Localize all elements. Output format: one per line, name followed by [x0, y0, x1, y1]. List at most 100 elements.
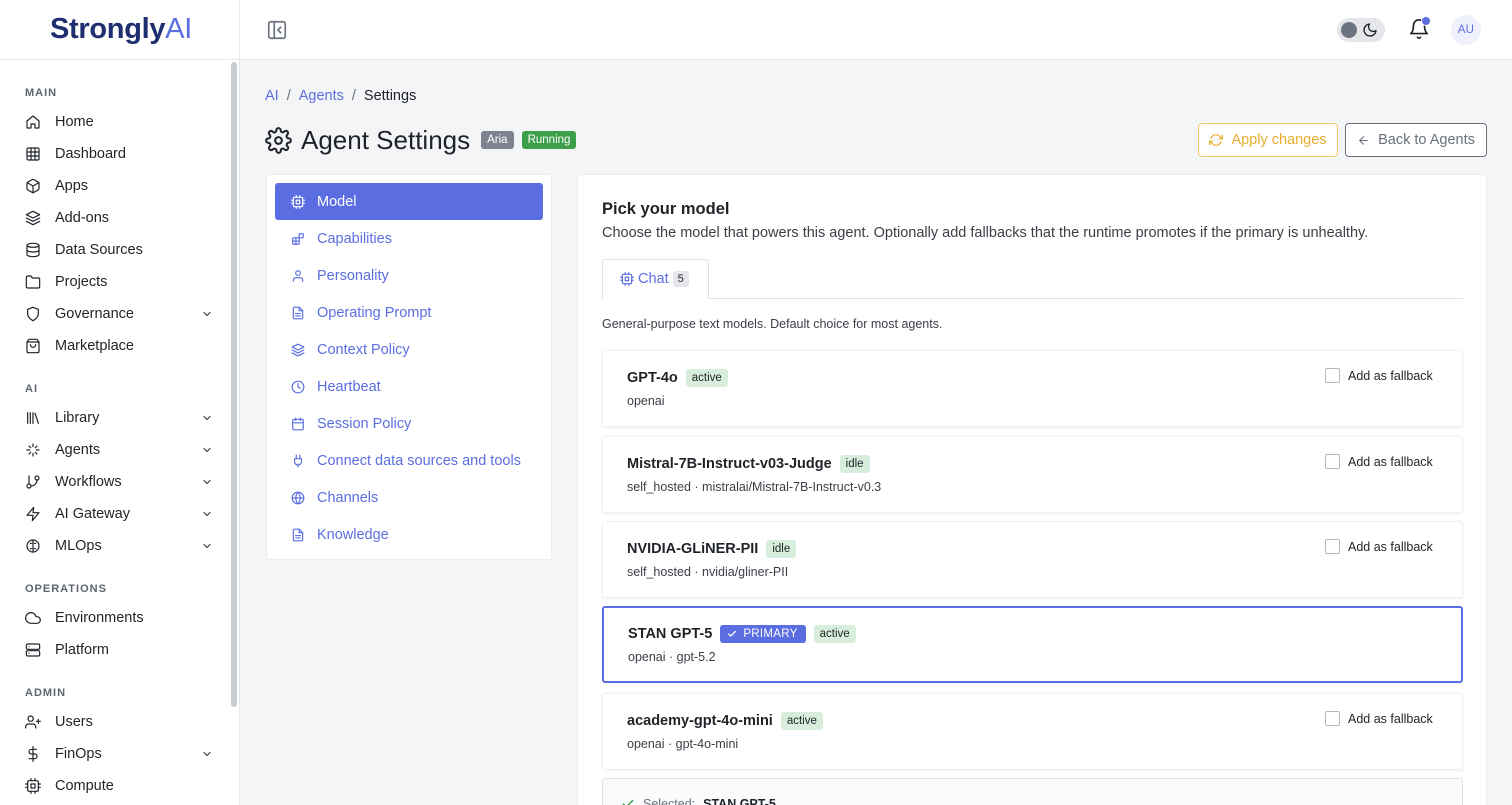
chevron-down-icon[interactable] — [201, 308, 213, 320]
settings-item-channels[interactable]: Channels — [275, 479, 543, 516]
toggle-knob — [1341, 22, 1357, 38]
sidebar-item-marketplace[interactable]: Marketplace — [0, 330, 223, 362]
settings-item-capabilities[interactable]: Capabilities — [275, 220, 543, 257]
settings-item-operating-prompt[interactable]: Operating Prompt — [275, 294, 543, 331]
clock-icon — [291, 380, 305, 394]
tab-chat-count: 5 — [672, 271, 689, 287]
sidebar-item-label: Data Sources — [55, 242, 143, 258]
settings-item-label: Operating Prompt — [317, 304, 432, 321]
model-name: GPT-4o — [627, 370, 678, 386]
apply-changes-button[interactable]: Apply changes — [1198, 123, 1338, 157]
settings-item-label: Connect data sources and tools — [317, 452, 521, 469]
add-as-fallback-checkbox[interactable]: Add as fallback — [1325, 711, 1433, 726]
git-branch-icon — [25, 474, 41, 490]
panel-description: Choose the model that powers this agent.… — [602, 225, 1369, 241]
check-icon — [621, 797, 635, 805]
sidebar-collapse-icon[interactable] — [266, 19, 288, 41]
settings-item-session-policy[interactable]: Session Policy — [275, 405, 543, 442]
sidebar-item-label: AI Gateway — [55, 506, 130, 522]
sidebar-item-projects[interactable]: Projects — [0, 266, 223, 298]
sidebar-item-environments[interactable]: Environments — [0, 602, 223, 634]
model-card[interactable]: GPT-4o active openai Add as fallback — [602, 350, 1463, 427]
sidebar-item-compute[interactable]: Compute — [0, 770, 223, 802]
settings-item-connect-data-sources-and-tools[interactable]: Connect data sources and tools — [275, 442, 543, 479]
sidebar-item-label: Apps — [55, 178, 89, 194]
chevron-down-icon[interactable] — [201, 540, 213, 552]
checkbox[interactable] — [1325, 539, 1340, 554]
sidebar-item-ai-gateway[interactable]: AI Gateway — [0, 498, 223, 530]
sidebar-item-agents[interactable]: Agents — [0, 434, 223, 466]
layers-icon — [291, 343, 305, 357]
panel-title: Pick your model — [602, 200, 730, 218]
section-title-main: MAIN — [25, 87, 58, 99]
tab-description: General-purpose text models. Default cho… — [602, 317, 943, 331]
chevron-down-icon[interactable] — [201, 412, 213, 424]
sidebar-item-home[interactable]: Home — [0, 106, 223, 138]
blocks-icon — [291, 232, 305, 246]
sidebar-item-label: MLOps — [55, 538, 102, 554]
back-to-agents-button[interactable]: Back to Agents — [1345, 123, 1487, 157]
brand-name: Strongly — [50, 13, 166, 45]
add-as-fallback-checkbox[interactable]: Add as fallback — [1325, 539, 1433, 554]
sidebar-item-data-sources[interactable]: Data Sources — [0, 234, 223, 266]
sidebar-scrollbar[interactable] — [231, 62, 237, 707]
model-provider: self_hosted · nvidia/gliner-PII — [627, 565, 789, 579]
checkbox[interactable] — [1325, 368, 1340, 383]
apply-changes-label: Apply changes — [1231, 132, 1327, 148]
model-card[interactable]: NVIDIA-GLiNER-PII idle self_hosted · nvidi… — [602, 521, 1463, 598]
sidebar-item-label: Add-ons — [55, 210, 110, 226]
chevron-down-icon[interactable] — [201, 476, 213, 488]
settings-item-model[interactable]: Model — [275, 183, 543, 220]
gear-icon — [265, 126, 292, 154]
refresh-icon — [1209, 133, 1224, 147]
library-icon — [25, 410, 41, 426]
settings-item-label: Capabilities — [317, 230, 392, 247]
breadcrumb-ai[interactable]: AI — [265, 88, 279, 104]
arrow-left-icon — [1357, 134, 1370, 147]
sidebar-item-label: Agents — [55, 442, 101, 458]
sidebar-item-dashboard[interactable]: Dashboard — [0, 138, 223, 170]
chevron-down-icon[interactable] — [201, 508, 213, 520]
sidebar-item-workflows[interactable]: Workflows — [0, 466, 223, 498]
model-status-badge: active — [780, 712, 823, 730]
sidebar-item-apps[interactable]: Apps — [0, 170, 223, 202]
sidebar-item-finops[interactable]: FinOps — [0, 738, 223, 770]
sidebar-item-mlops[interactable]: MLOps — [0, 530, 223, 562]
add-as-fallback-checkbox[interactable]: Add as fallback — [1325, 454, 1433, 469]
add-as-fallback-checkbox[interactable]: Add as fallback — [1325, 368, 1433, 383]
sidebar-item-platform[interactable]: Platform — [0, 634, 223, 666]
settings-item-label: Personality — [317, 267, 389, 284]
breadcrumb-separator: / — [351, 88, 356, 104]
checkbox[interactable] — [1325, 454, 1340, 469]
model-card[interactable]: academy-gpt-4o-mini active openai · gpt-4o… — [602, 693, 1463, 770]
sidebar-item-label: Home — [55, 114, 94, 130]
fallback-label: Add as fallback — [1348, 454, 1433, 469]
avatar[interactable]: AU — [1451, 15, 1481, 45]
settings-item-personality[interactable]: Personality — [275, 257, 543, 294]
brand-logo[interactable]: Strongly AI — [0, 0, 239, 60]
fallback-label: Add as fallback — [1348, 539, 1433, 554]
chevron-down-icon[interactable] — [201, 748, 213, 760]
theme-toggle[interactable] — [1337, 18, 1385, 42]
checkbox[interactable] — [1325, 711, 1340, 726]
check-icon — [727, 629, 737, 639]
sidebar-item-add-ons[interactable]: Add-ons — [0, 202, 223, 234]
chevron-down-icon[interactable] — [201, 444, 213, 456]
sidebar-item-users[interactable]: Users — [0, 706, 223, 738]
breadcrumb-agents[interactable]: Agents — [299, 88, 344, 104]
fallback-label: Add as fallback — [1348, 711, 1433, 726]
user-icon — [291, 269, 305, 283]
settings-item-context-policy[interactable]: Context Policy — [275, 331, 543, 368]
sidebar-nav: MAIN Home Dashboard Apps Add-ons Data Sources… — [0, 60, 239, 802]
model-tabs: Chat 5 — [602, 259, 1463, 299]
settings-item-heartbeat[interactable]: Heartbeat — [275, 368, 543, 405]
sidebar-item-library[interactable]: Library — [0, 402, 223, 434]
model-card[interactable]: STAN GPT-5 PRIMARY active openai · gpt-5.2 — [602, 606, 1463, 683]
database-icon — [25, 242, 41, 258]
primary-badge: PRIMARY — [720, 625, 806, 643]
tab-chat[interactable]: Chat 5 — [602, 259, 709, 299]
model-card[interactable]: Mistral-7B-Instruct-v03-Judge idle self_ho… — [602, 436, 1463, 513]
grid-icon — [25, 146, 41, 162]
settings-item-knowledge[interactable]: Knowledge — [275, 516, 543, 553]
sidebar-item-governance[interactable]: Governance — [0, 298, 223, 330]
